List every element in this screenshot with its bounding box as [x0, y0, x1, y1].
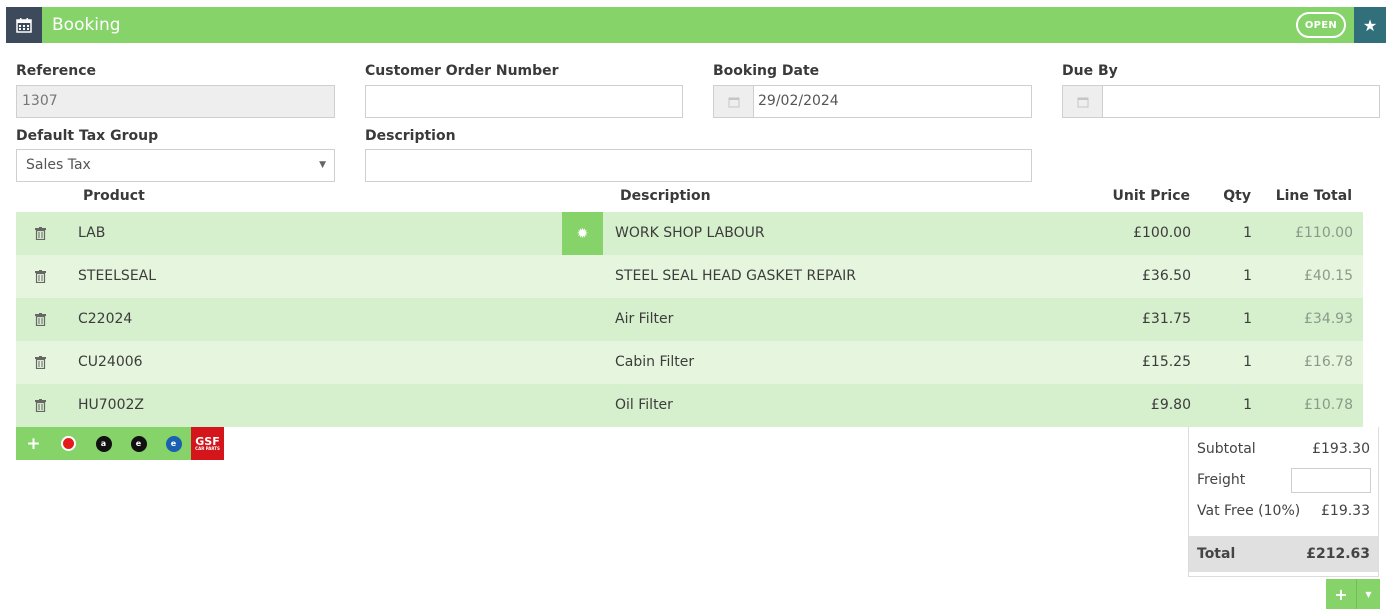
due-by-label: Due By [1062, 63, 1118, 79]
total-value: £212.63 [1306, 546, 1370, 562]
reference-field: 1307 [16, 85, 335, 118]
trash-icon[interactable] [35, 270, 46, 287]
row-qty: 1 [1243, 354, 1252, 370]
tax-group-select[interactable]: Sales Tax ▼ [16, 149, 335, 182]
star-icon: ★ [1362, 15, 1378, 35]
table-row: LAB ✹ WORK SHOP LABOUR £100.00 1 £110.00 [16, 212, 1363, 255]
subtotal-row: Subtotal £193.30 [1189, 434, 1378, 465]
row-line-total: £16.78 [1304, 354, 1353, 370]
supplier-logo-icon [61, 436, 76, 451]
vat-label: Vat Free (10%) [1197, 503, 1301, 519]
vat-value: £19.33 [1321, 503, 1370, 519]
trash-icon[interactable] [35, 313, 46, 330]
due-by-input[interactable] [1062, 85, 1380, 118]
status-badge[interactable]: OPEN [1296, 12, 1346, 38]
chevron-down-icon: ▼ [1365, 589, 1372, 599]
row-unit-price: £100.00 [1133, 225, 1191, 241]
add-dropdown-toggle[interactable]: ▼ [1356, 579, 1380, 609]
freight-input[interactable] [1291, 468, 1371, 493]
total-label: Total [1197, 546, 1236, 562]
totals-panel: Subtotal £193.30 Freight Vat Free (10%) … [1188, 427, 1379, 577]
plus-icon: + [1334, 584, 1348, 604]
row-product: CU24006 [78, 354, 143, 370]
subtotal-value: £193.30 [1312, 441, 1370, 457]
plus-icon: + [26, 433, 41, 454]
supplier-button-3[interactable]: e [121, 427, 156, 460]
row-settings-button[interactable]: ✹ [562, 212, 603, 255]
table-row: STEELSEAL STEEL SEAL HEAD GASKET REPAIR … [16, 255, 1363, 298]
page-title: Booking [52, 15, 121, 35]
total-row: Total £212.63 [1189, 536, 1378, 572]
supplier-logo-icon: a [95, 435, 112, 452]
row-product: C22024 [78, 311, 133, 327]
add-line-button[interactable]: + [16, 427, 51, 460]
row-line-total: £40.15 [1304, 268, 1353, 284]
gsf-logo-text: GSF [195, 434, 220, 448]
table-row: C22024 Air Filter £31.75 1 £34.93 [16, 298, 1363, 341]
line-toolbar: + a e e GSF CAR PARTS [16, 427, 224, 460]
row-qty: 1 [1243, 268, 1252, 284]
row-unit-price: £36.50 [1142, 268, 1191, 284]
gsf-logo-subtext: CAR PARTS [195, 445, 220, 451]
col-header-line-total: Line Total [1275, 188, 1352, 204]
booking-header: Booking OPEN ★ [6, 7, 1386, 43]
table-row: CU24006 Cabin Filter £15.25 1 £16.78 [16, 341, 1363, 384]
row-line-total: £34.93 [1304, 311, 1353, 327]
tax-group-value: Sales Tax [26, 157, 91, 173]
row-description: Air Filter [615, 311, 674, 327]
supplier-button-2[interactable]: a [86, 427, 121, 460]
add-split-button: + ▼ [1326, 579, 1380, 609]
booking-date-label: Booking Date [713, 63, 820, 79]
chevron-down-icon: ▼ [319, 160, 326, 170]
calendar-icon [6, 7, 42, 43]
row-description: Oil Filter [615, 397, 673, 413]
freight-label: Freight [1197, 472, 1246, 488]
description-input[interactable] [365, 149, 1032, 182]
favorite-button[interactable]: ★ [1354, 7, 1386, 43]
booking-date-value: 29/02/2024 [758, 93, 839, 109]
trash-icon[interactable] [35, 227, 46, 244]
row-unit-price: £31.75 [1142, 311, 1191, 327]
calendar-icon[interactable] [1063, 86, 1103, 117]
col-header-description: Description [620, 188, 711, 204]
booking-date-input[interactable]: 29/02/2024 [713, 85, 1032, 118]
freight-row: Freight [1189, 465, 1378, 496]
row-qty: 1 [1243, 311, 1252, 327]
row-description: STEEL SEAL HEAD GASKET REPAIR [615, 268, 857, 284]
gear-icon: ✹ [576, 225, 589, 242]
row-description: WORK SHOP LABOUR [615, 225, 765, 241]
row-description: Cabin Filter [615, 354, 695, 370]
supplier-button-1[interactable] [51, 427, 86, 460]
customer-order-number-input[interactable] [365, 85, 683, 118]
table-row: HU7002Z Oil Filter £9.80 1 £10.78 [16, 384, 1363, 427]
supplier-logo-icon: e [130, 435, 147, 452]
col-header-product: Product [83, 188, 145, 204]
col-header-qty: Qty [1223, 188, 1251, 204]
supplier-logo-icon: e [165, 435, 182, 452]
description-label: Description [365, 128, 456, 144]
trash-icon[interactable] [35, 356, 46, 373]
col-header-unit-price: Unit Price [1112, 188, 1190, 204]
row-product: HU7002Z [78, 397, 144, 413]
customer-order-number-label: Customer Order Number [365, 63, 559, 79]
trash-icon[interactable] [35, 399, 46, 416]
reference-label: Reference [16, 63, 97, 79]
vat-row: Vat Free (10%) £19.33 [1189, 496, 1378, 527]
row-unit-price: £9.80 [1150, 397, 1191, 413]
row-unit-price: £15.25 [1142, 354, 1191, 370]
calendar-icon[interactable] [714, 86, 754, 117]
default-tax-group-label: Default Tax Group [16, 128, 159, 144]
row-line-total: £110.00 [1295, 225, 1353, 241]
subtotal-label: Subtotal [1197, 441, 1256, 457]
gsf-button[interactable]: GSF CAR PARTS [191, 427, 224, 460]
row-product: LAB [78, 225, 106, 241]
row-product: STEELSEAL [78, 268, 157, 284]
supplier-button-4[interactable]: e [156, 427, 191, 460]
row-qty: 1 [1243, 225, 1252, 241]
add-button[interactable]: + [1326, 579, 1356, 609]
row-line-total: £10.78 [1304, 397, 1353, 413]
row-qty: 1 [1243, 397, 1252, 413]
